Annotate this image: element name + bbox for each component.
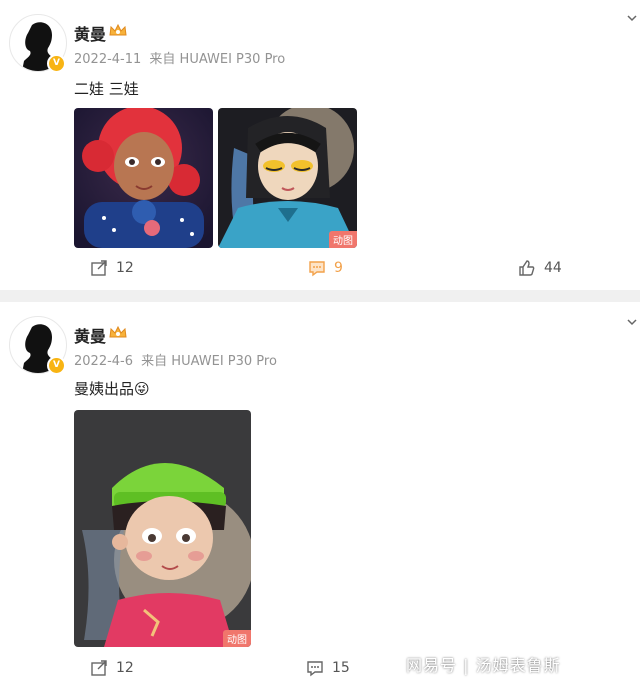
forward-button[interactable]: 12 — [90, 659, 134, 677]
watermark: 网易号 | 汤姆表鲁斯 — [406, 656, 561, 675]
post-image[interactable]: 动图 — [218, 108, 357, 248]
author-name[interactable]: 黄曼 — [74, 323, 106, 347]
post-meta: 2022-4-6 来自 HUAWEI P30 Pro — [74, 350, 277, 369]
comment-button[interactable]: 15 — [306, 659, 350, 677]
chevron-down-icon[interactable] — [626, 12, 638, 24]
share-icon — [91, 660, 107, 676]
post-source: 来自 HUAWEI P30 Pro — [149, 52, 286, 67]
comment-icon — [307, 661, 323, 677]
post-source: 来自 HUAWEI P30 Pro — [141, 354, 277, 369]
clay-doll-green-hat-image — [74, 410, 251, 647]
post-text: 二娃 三娃 — [74, 80, 139, 98]
comment-icon — [309, 261, 325, 277]
post-meta: 2022-4-11 来自 HUAWEI P30 Pro — [74, 48, 285, 67]
author-name[interactable]: 黄曼 — [74, 21, 106, 45]
crown-icon — [109, 23, 127, 36]
clay-doll-red-hair-image — [74, 108, 213, 248]
post-image[interactable]: 动图 — [74, 410, 251, 647]
like-count: 44 — [544, 260, 562, 276]
post-separator — [0, 290, 640, 302]
post-image[interactable] — [74, 108, 213, 248]
post-card: V 黄曼 2022-4-11 来自 HUAWEI P30 Pro 二娃 三娃 动… — [0, 0, 640, 290]
verified-badge-icon: V — [47, 356, 66, 375]
comment-count: 15 — [332, 660, 350, 676]
share-icon — [91, 260, 107, 276]
post-date[interactable]: 2022-4-6 — [74, 354, 133, 369]
post-card: V 黄曼 2022-4-6 来自 HUAWEI P30 Pro 曼姨出品😜 动图… — [0, 302, 640, 691]
comment-count: 9 — [334, 260, 343, 276]
gif-badge: 动图 — [329, 231, 357, 248]
chevron-down-icon[interactable] — [626, 316, 638, 328]
verified-badge-icon: V — [47, 54, 66, 73]
forward-count: 12 — [116, 260, 134, 276]
gif-badge: 动图 — [223, 630, 251, 647]
crown-icon — [109, 325, 127, 338]
comment-button[interactable]: 9 — [308, 259, 343, 277]
post-text: 曼姨出品😜 — [74, 380, 150, 398]
post-date[interactable]: 2022-4-11 — [74, 52, 141, 67]
like-button[interactable]: 44 — [518, 259, 562, 277]
forward-button[interactable]: 12 — [90, 259, 134, 277]
thumbs-up-icon — [519, 260, 535, 276]
forward-count: 12 — [116, 660, 134, 676]
clay-doll-black-hair-image — [218, 108, 357, 248]
